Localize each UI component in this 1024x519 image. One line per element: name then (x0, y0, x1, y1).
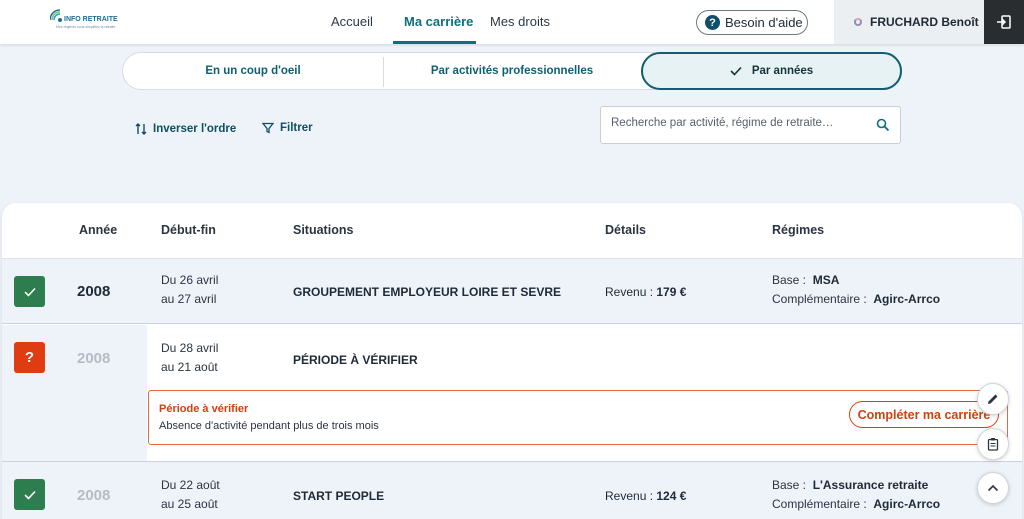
row-situation: GROUPEMENT EMPLOYEUR LOIRE ET SEVRE (293, 285, 562, 299)
regime-base-label: Base : (772, 478, 807, 492)
filter-label: Filtrer (280, 122, 313, 134)
row-date-start: Du 26 avril (161, 273, 219, 287)
help-icon: ? (705, 15, 720, 30)
view-switcher: En un coup d'oeil Par activités professi… (122, 52, 902, 90)
filter-icon (262, 122, 274, 134)
row-regimes: Base : L'Assurance retraite Complémentai… (772, 476, 940, 514)
tab-overview[interactable]: En un coup d'oeil (123, 53, 383, 89)
row-regimes: Base : MSA Complémentaire : Agirc-Arrco (772, 271, 940, 309)
search-input[interactable] (611, 117, 861, 129)
filter-button[interactable]: Filtrer (262, 122, 313, 134)
column-header-regimes: Régimes (772, 223, 825, 237)
user-icon (854, 18, 862, 26)
career-table: Année Début-fin Situations Détails Régim… (2, 203, 1022, 519)
nav-mes-droits[interactable]: Mes droits (490, 14, 550, 29)
search-box (600, 106, 901, 144)
top-header: INFO RETRAITE Mes régimes sous simplifie… (0, 0, 1024, 44)
status-warning-badge: ? (14, 342, 45, 373)
tab-by-year[interactable]: Par années (641, 52, 902, 90)
tab-overview-label: En un coup d'oeil (205, 65, 301, 77)
check-icon (23, 490, 36, 500)
clipboard-icon (987, 438, 999, 451)
chevron-up-icon (987, 484, 999, 492)
row-detail-label: Revenu : (605, 489, 654, 503)
row-year: 2008 (77, 350, 111, 367)
row-situation: PÉRIODE À VÉRIFIER (293, 353, 418, 367)
row-date-end: au 25 août (161, 497, 218, 511)
invert-order-label: Inverser l'ordre (153, 123, 237, 135)
regime-base-label: Base : (772, 273, 807, 287)
logo[interactable]: INFO RETRAITE Mes régimes sous simplifie… (50, 8, 120, 36)
swap-vertical-icon (135, 123, 147, 135)
row-year: 2008 (77, 487, 111, 504)
regime-base-value: L'Assurance retraite (812, 478, 929, 492)
regime-base-value: MSA (812, 273, 840, 287)
regime-comp-label: Complémentaire : (772, 292, 867, 306)
row-situation: START PEOPLE (293, 489, 385, 503)
pencil-icon (988, 394, 998, 404)
edit-button[interactable] (977, 383, 1009, 415)
alert-title: Période à vérifier (159, 403, 249, 415)
regime-comp-value: Agirc-Arrco (873, 292, 941, 306)
user-name: FRUCHARD Benoît (870, 15, 979, 29)
row-year: 2008 (77, 283, 111, 300)
column-header-details: Détails (605, 223, 646, 237)
help-button-label: Besoin d'aide (725, 15, 803, 30)
complete-career-button[interactable]: Compléter ma carrière (849, 401, 999, 428)
logo-subtitle: Mes régimes sous simplifiez la retraite (56, 25, 116, 29)
row-date-end: au 21 août (161, 360, 218, 374)
search-icon[interactable] (876, 118, 890, 132)
tab-by-activity[interactable]: Par activités professionnelles (383, 53, 641, 89)
column-header-debut-fin: Début-fin (161, 223, 216, 237)
row-dates: Du 22 août au 25 août (161, 476, 220, 514)
column-header-annee: Année (79, 223, 118, 237)
invert-order-button[interactable]: Inverser l'ordre (135, 122, 236, 136)
user-menu[interactable]: FRUCHARD Benoît (834, 0, 984, 44)
logout-icon (997, 15, 1011, 29)
table-row[interactable]: 2008 Du 26 avril au 27 avril GROUPEMENT … (2, 259, 1022, 324)
tab-by-activity-label: Par activités professionnelles (430, 65, 594, 77)
help-button[interactable]: ? Besoin d'aide (696, 10, 808, 35)
tab-by-year-label: Par années (751, 65, 814, 77)
check-icon (23, 287, 36, 297)
column-header-situations: Situations (293, 223, 354, 237)
table-row[interactable]: 2008 Du 22 août au 25 août START PEOPLE … (2, 461, 1022, 519)
regime-comp-value: Agirc-Arrco (873, 497, 941, 511)
clipboard-button[interactable] (977, 428, 1009, 460)
row-date-start: Du 22 août (161, 478, 220, 492)
row-details: Revenu : 179 € (605, 285, 686, 299)
status-ok-badge (14, 479, 45, 510)
nav-ma-carriere[interactable]: Ma carrière (404, 14, 473, 29)
row-detail-label: Revenu : (605, 285, 654, 299)
row-detail-value: 179 € (656, 285, 687, 299)
regime-comp-label: Complémentaire : (772, 497, 867, 511)
logout-button[interactable] (984, 0, 1024, 44)
check-icon (730, 66, 742, 76)
row-dates: Du 26 avril au 27 avril (161, 271, 218, 309)
scroll-top-button[interactable] (977, 472, 1009, 504)
status-ok-badge (14, 276, 45, 307)
table-header: Année Début-fin Situations Détails Régim… (2, 203, 1022, 259)
row-date-start: Du 28 avril (161, 341, 219, 355)
logo-text: INFO RETRAITE (64, 16, 118, 23)
nav-accueil[interactable]: Accueil (331, 14, 373, 29)
row-dates: Du 28 avril au 21 août (161, 339, 218, 377)
row-details: Revenu : 124 € (605, 489, 686, 503)
row-date-end: au 27 avril (161, 292, 217, 306)
nav-active-indicator (393, 41, 476, 44)
alert-text: Absence d'activité pendant plus de trois… (159, 420, 379, 432)
row-detail-value: 124 € (656, 489, 687, 503)
period-alert: Période à vérifier Absence d'activité pe… (148, 390, 1008, 445)
